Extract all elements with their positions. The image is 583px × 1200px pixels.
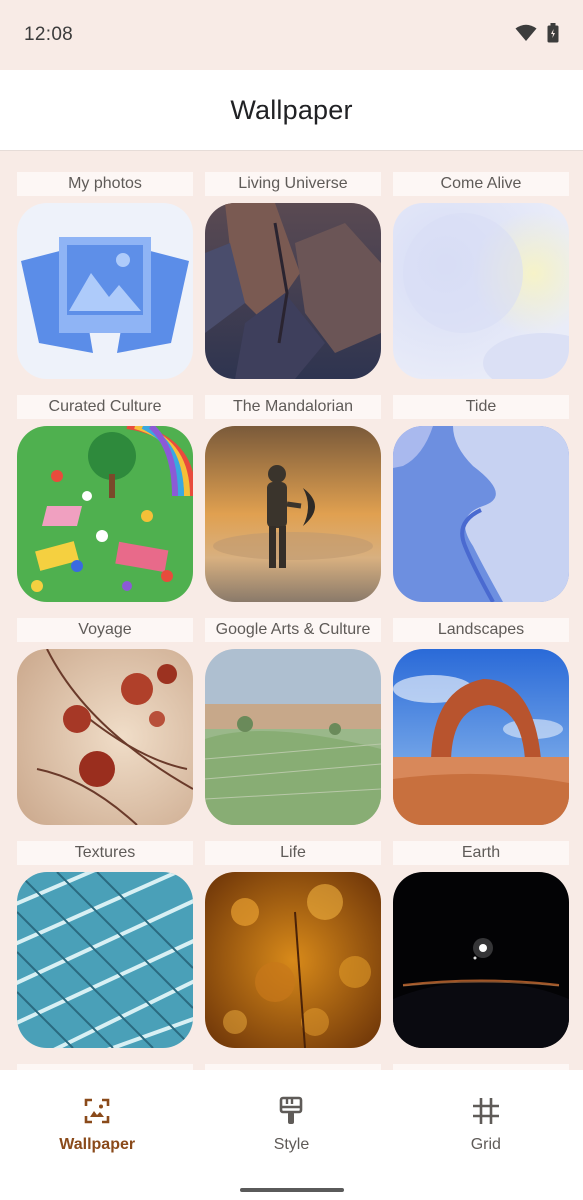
category-label: Come Alive: [393, 172, 569, 196]
bottom-navigation: Wallpaper Style Grid: [0, 1070, 583, 1200]
wallpaper-icon: [82, 1096, 112, 1126]
status-time: 12:08: [24, 24, 74, 45]
status-bar: 12:08: [0, 0, 583, 70]
category-tile-google-arts-culture[interactable]: Google Arts & Culture: [205, 618, 381, 841]
category-thumbnail-landscapes[interactable]: [393, 649, 569, 825]
category-thumbnail-living-universe[interactable]: [205, 203, 381, 379]
app-bar: Wallpaper: [0, 70, 583, 151]
category-label: Tide: [393, 395, 569, 419]
category-tile-curated-culture[interactable]: Curated Culture: [17, 395, 193, 618]
category-thumbnail-tide[interactable]: [393, 426, 569, 602]
category-thumbnail-the-mandalorian[interactable]: [205, 426, 381, 602]
category-tile-come-alive[interactable]: Come Alive: [393, 172, 569, 395]
nav-item-wallpaper[interactable]: Wallpaper: [2, 1070, 192, 1154]
category-label: Curated Culture: [17, 395, 193, 419]
nav-label: Grid: [470, 1136, 501, 1153]
category-label: Textures: [17, 841, 193, 865]
category-thumbnail-voyage[interactable]: [17, 649, 193, 825]
category-thumbnail-life[interactable]: [205, 872, 381, 1048]
nav-label: Wallpaper: [59, 1136, 136, 1153]
category-thumbnail-textures[interactable]: [17, 872, 193, 1048]
status-icons: [515, 22, 559, 48]
nav-item-grid[interactable]: Grid: [391, 1070, 581, 1154]
category-tile-my-photos[interactable]: My photos: [17, 172, 193, 395]
brush-icon: [276, 1096, 306, 1126]
category-label: The Mandalorian: [205, 395, 381, 419]
category-tile-textures[interactable]: Textures: [17, 841, 193, 1064]
category-label: Voyage: [17, 618, 193, 642]
category-grid: My photos Living Universe Come Alive Cur…: [17, 172, 569, 1064]
category-tile-the-mandalorian[interactable]: The Mandalorian: [205, 395, 381, 618]
nav-label: Style: [273, 1136, 310, 1153]
category-tile-life[interactable]: Life: [205, 841, 381, 1064]
category-tile-earth[interactable]: Earth: [393, 841, 569, 1064]
category-label: Earth: [393, 841, 569, 865]
category-label: Life: [205, 841, 381, 865]
page-title: Wallpaper: [230, 94, 353, 125]
category-thumbnail-earth[interactable]: [393, 872, 569, 1048]
category-thumbnail-curated-culture[interactable]: [17, 426, 193, 602]
battery-icon: [547, 22, 559, 48]
category-tile-landscapes[interactable]: Landscapes: [393, 618, 569, 841]
category-tile-living-universe[interactable]: Living Universe: [205, 172, 381, 395]
category-label: Living Universe: [205, 172, 381, 196]
category-thumbnail-my-photos[interactable]: [17, 203, 193, 379]
category-thumbnail-google-arts-culture[interactable]: [205, 649, 381, 825]
wifi-icon: [515, 24, 537, 47]
home-indicator[interactable]: [240, 1188, 344, 1192]
nav-item-style[interactable]: Style: [196, 1070, 386, 1154]
grid-icon: [471, 1096, 501, 1126]
category-label: Google Arts & Culture: [205, 618, 381, 642]
category-tile-tide[interactable]: Tide: [393, 395, 569, 618]
category-label: My photos: [17, 172, 193, 196]
category-label: Landscapes: [393, 618, 569, 642]
category-thumbnail-come-alive[interactable]: [393, 203, 569, 379]
category-tile-voyage[interactable]: Voyage: [17, 618, 193, 841]
